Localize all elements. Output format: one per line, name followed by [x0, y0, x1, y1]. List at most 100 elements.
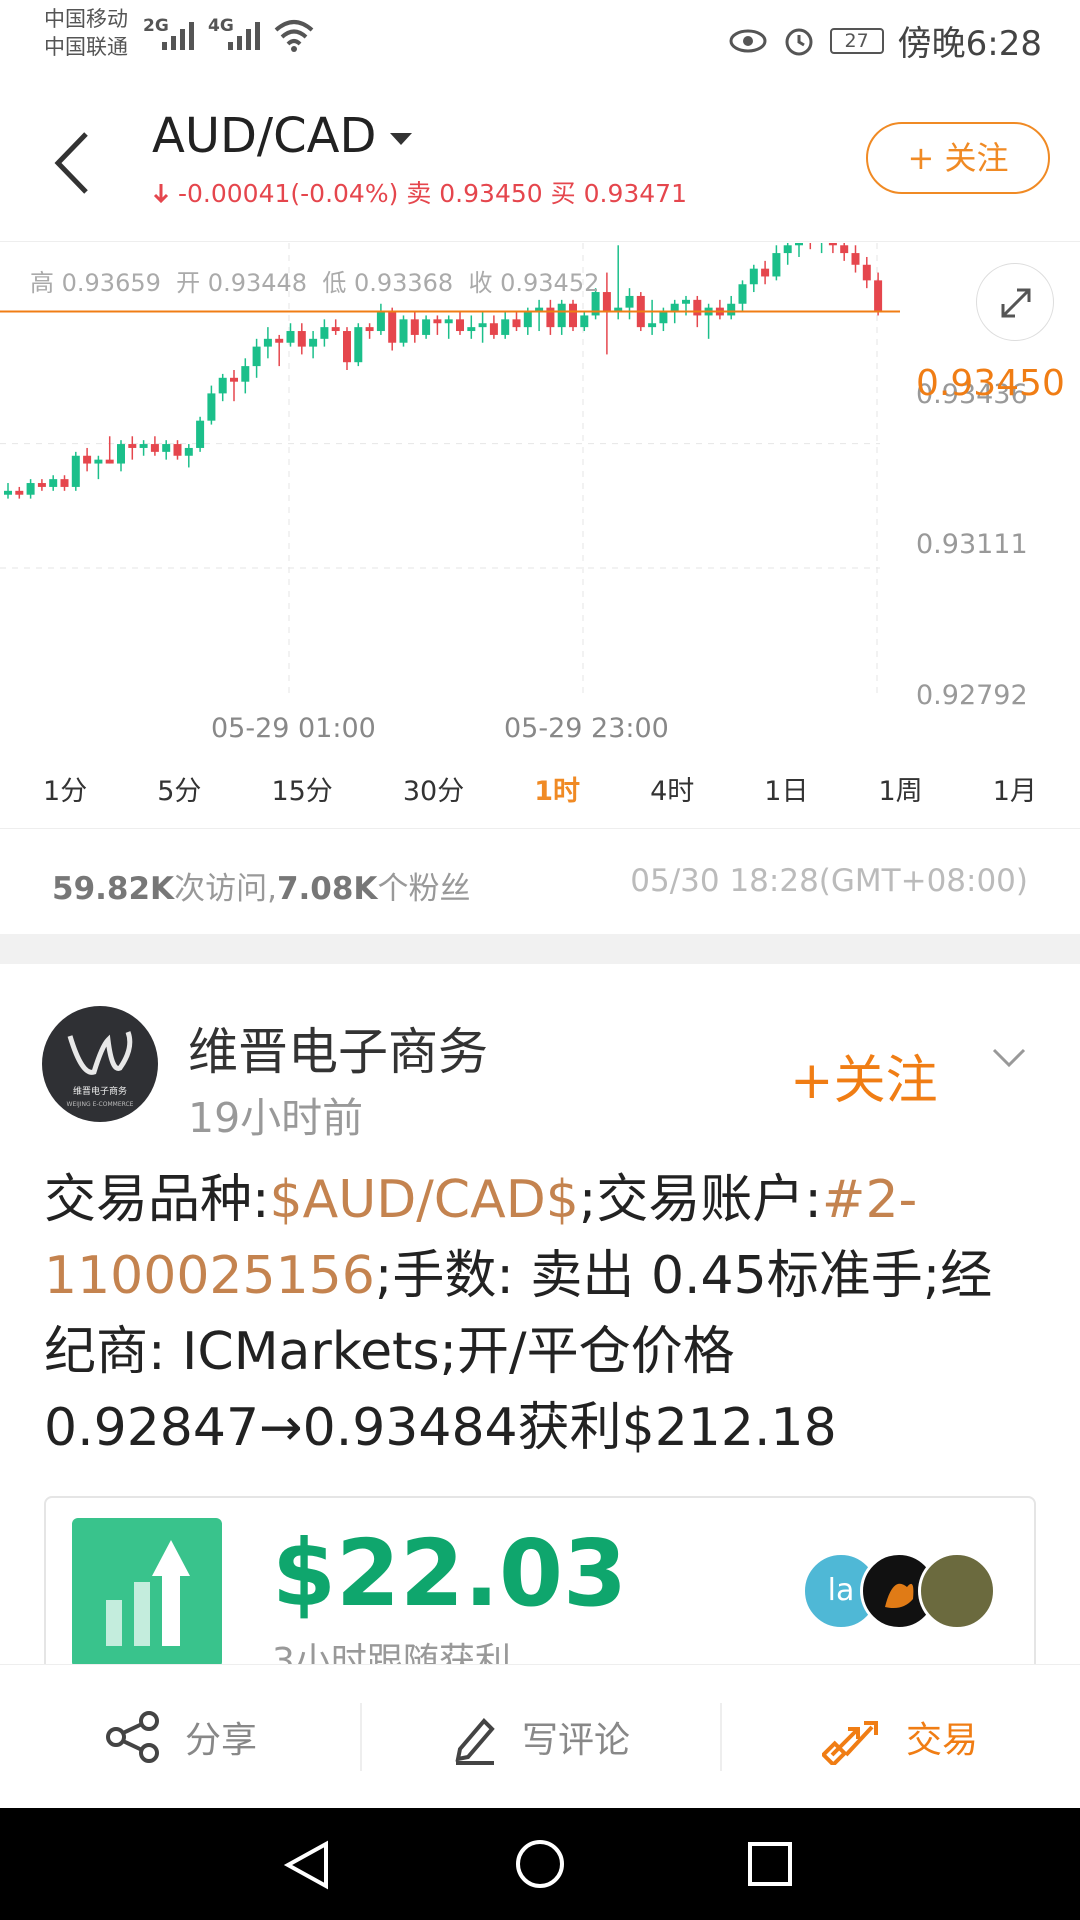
- pencil-icon: [455, 1717, 495, 1765]
- tab-1week[interactable]: 1周: [879, 769, 923, 808]
- candle-body: [331, 327, 340, 332]
- nav-home-icon[interactable]: [514, 1838, 566, 1890]
- tab-1month[interactable]: 1月: [993, 769, 1037, 808]
- trade-button[interactable]: 交易: [720, 1665, 1080, 1808]
- candle-body: [422, 319, 431, 335]
- candle-body: [37, 483, 46, 487]
- post-card: 维晋电子商务 WEIJING E-COMMERCE 维晋电子商务 19小时前 +…: [0, 964, 1080, 1696]
- candle-body: [162, 444, 171, 452]
- tab-15min[interactable]: 15分: [271, 769, 332, 808]
- candle-body: [26, 483, 35, 495]
- visits-label: 次访问,: [174, 871, 277, 907]
- candle-body: [749, 268, 758, 285]
- candle-body: [456, 319, 464, 332]
- candle-body: [648, 323, 657, 328]
- share-label: 分享: [184, 1719, 257, 1761]
- candle-body: [218, 377, 227, 394]
- sell-label: 卖: [406, 179, 432, 208]
- candle-body: [840, 245, 849, 254]
- tab-1min[interactable]: 1分: [43, 769, 87, 808]
- share-button[interactable]: 分享: [0, 1665, 360, 1808]
- candle-body: [297, 331, 306, 347]
- candle-body: [49, 479, 58, 487]
- tab-1day[interactable]: 1日: [764, 769, 808, 808]
- quote-header: AUD/CAD -0.00041(-0.04%) 卖 0.93450 买 0.9…: [0, 82, 1080, 242]
- tab-30min[interactable]: 30分: [403, 769, 464, 808]
- candle-body: [523, 311, 532, 328]
- candle-body: [128, 444, 137, 448]
- candle-body: [580, 315, 589, 328]
- candle-body: [275, 338, 284, 343]
- candle-body: [94, 459, 103, 464]
- author-name[interactable]: 维晋电子商务: [188, 1012, 488, 1084]
- candle-body: [15, 490, 24, 495]
- candle-body: [320, 327, 329, 339]
- post-text-1: 交易品种:: [44, 1170, 270, 1230]
- candle-body: [569, 303, 577, 328]
- pair-selector[interactable]: AUD/CAD: [152, 108, 413, 164]
- section-divider: [0, 934, 1080, 964]
- candle-body: [602, 292, 611, 312]
- chevron-down-icon[interactable]: [992, 1048, 1026, 1068]
- follow-pair-button[interactable]: + 关注: [866, 122, 1050, 194]
- candle-body: [184, 447, 193, 456]
- profit-chart-icon: [72, 1518, 222, 1668]
- candle-body: [444, 319, 453, 324]
- high-value: 0.93659: [61, 269, 161, 297]
- post-text-2: ;交易账户:: [578, 1170, 822, 1230]
- high-label: 高: [30, 269, 54, 297]
- back-arrow-icon[interactable]: [50, 128, 94, 198]
- fullscreen-button[interactable]: [976, 263, 1054, 341]
- follower-avatars[interactable]: la: [802, 1552, 1002, 1632]
- current-price-tag: 0.93450: [916, 363, 1065, 404]
- candlestick-chart[interactable]: 高 0.93659 开 0.93448 低 0.93368 收 0.93452 …: [0, 243, 1080, 744]
- post-time: 19小时前: [188, 1094, 364, 1142]
- logo-icon: 维晋电子商务 WEIJING E-COMMERCE: [67, 1031, 134, 1108]
- symbol-link[interactable]: $AUD/CAD$: [270, 1170, 579, 1230]
- candle-body: [670, 303, 679, 312]
- candle-body: [388, 311, 397, 343]
- x-tick-2: 05-29 23:00: [504, 713, 669, 744]
- candle-body: [512, 319, 521, 328]
- candle-body: [365, 327, 374, 332]
- nav-recents-icon[interactable]: [746, 1840, 794, 1888]
- candle-body: [761, 268, 770, 277]
- tab-5min[interactable]: 5分: [157, 769, 201, 808]
- fans-label: 个粉丝: [377, 871, 471, 907]
- candle-body: [83, 455, 92, 464]
- eye-icon: [729, 29, 767, 52]
- nav-back-icon[interactable]: [282, 1838, 332, 1892]
- candle-body: [150, 444, 159, 452]
- pair-title: AUD/CAD: [152, 108, 377, 164]
- candle-body: [71, 455, 80, 487]
- trade-label: 交易: [905, 1719, 978, 1761]
- candle-body: [117, 444, 125, 464]
- tab-4hour[interactable]: 4时: [650, 769, 694, 808]
- caret-down-icon: [390, 133, 413, 145]
- timestamp: 05/30 18:28(GMT+08:00): [630, 863, 1028, 899]
- y-tick-3: 0.92792: [916, 680, 1028, 711]
- follower-avatar: [918, 1552, 996, 1630]
- tab-1hour[interactable]: 1时: [534, 769, 580, 808]
- candle-body: [874, 280, 883, 312]
- candle-body: [263, 338, 272, 347]
- candle-body: [410, 319, 419, 335]
- author-avatar[interactable]: 维晋电子商务 WEIJING E-COMMERCE: [42, 1006, 158, 1122]
- status-time: 傍晚6:28: [897, 24, 1042, 64]
- carrier-secondary: 中国联通: [44, 35, 128, 59]
- x-tick-1: 05-29 01:00: [211, 713, 376, 744]
- close-value: 0.93452: [500, 269, 600, 297]
- fans-count: 7.08K: [276, 871, 378, 907]
- candle-body: [625, 295, 634, 308]
- comment-label: 写评论: [521, 1719, 630, 1761]
- comment-button[interactable]: 写评论: [360, 1665, 720, 1808]
- candle-body: [659, 311, 668, 324]
- wifi-icon: [274, 20, 314, 52]
- candle-body: [682, 299, 690, 304]
- candle-body: [4, 490, 12, 495]
- system-nav-bar: [0, 1808, 1080, 1920]
- candle-body: [309, 338, 318, 347]
- candle-body: [354, 327, 363, 363]
- open-value: 0.93448: [207, 269, 308, 297]
- follow-author-button[interactable]: +关注: [790, 1038, 938, 1113]
